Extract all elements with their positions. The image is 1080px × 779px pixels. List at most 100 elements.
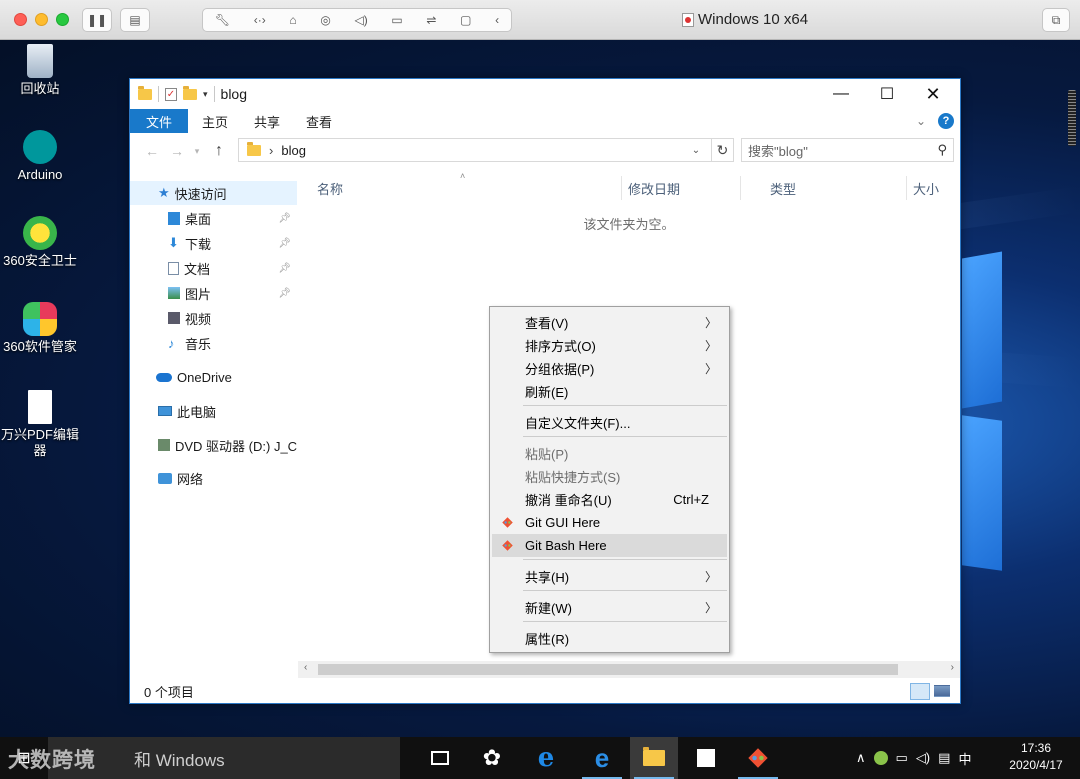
camera-icon[interactable]: ◎ — [320, 13, 330, 27]
forward-icon[interactable]: → — [166, 143, 188, 159]
ie-icon[interactable]: e — [522, 737, 570, 779]
nav-item-music[interactable]: ♪ 音乐 — [130, 331, 297, 355]
column-header-name[interactable]: 名称 — [317, 176, 343, 200]
menu-item-properties[interactable]: 属性(R) — [492, 627, 727, 650]
nav-item-documents[interactable]: 文档 📌︎ — [130, 256, 297, 280]
expand-ribbon-icon[interactable]: ⌄ — [916, 114, 926, 128]
chevron-left-icon[interactable]: ‹ — [495, 13, 499, 27]
store-icon[interactable] — [682, 737, 730, 779]
file-explorer-taskbar-icon[interactable] — [630, 737, 678, 779]
usb-icon[interactable]: ⇌ — [426, 13, 436, 27]
menu-item-sort[interactable]: 排序方式(O) 〉 — [492, 334, 727, 357]
drive-icon[interactable]: ⌂ — [289, 13, 296, 27]
menu-item-undo[interactable]: 撤消 重命名(U) Ctrl+Z — [492, 488, 727, 511]
up-icon[interactable]: ↑ — [206, 142, 232, 160]
pin-icon[interactable]: 📌︎ — [278, 213, 291, 224]
volume-icon[interactable]: ◁) — [916, 750, 930, 766]
network-tray-icon[interactable]: ▭ — [896, 750, 908, 766]
maximize-icon[interactable]: ☐ — [864, 79, 910, 109]
menu-item-paste[interactable]: 粘贴(P) — [492, 442, 727, 465]
edge-icon[interactable]: e — [578, 737, 626, 779]
desktop-icon-arduino[interactable]: Arduino — [0, 130, 80, 183]
git-gui-taskbar-icon[interactable] — [734, 737, 782, 779]
pin-icon[interactable]: 📌︎ — [278, 288, 291, 299]
desktop-icon-recycle-bin[interactable]: 回收站 — [0, 44, 80, 97]
tab-home[interactable]: 主页 — [188, 109, 240, 133]
large-icons-view-icon[interactable] — [934, 685, 950, 697]
properties-icon[interactable]: ✓ — [165, 87, 177, 101]
nav-item-videos[interactable]: 视频 — [130, 306, 297, 330]
new-folder-icon[interactable] — [183, 85, 197, 100]
chevron-up-icon[interactable]: ∧ — [856, 750, 866, 766]
clock-time: 17:36 — [1020, 741, 1052, 755]
scrollbar-thumb[interactable] — [318, 664, 898, 675]
menu-item-git-bash[interactable]: Git Bash Here — [492, 534, 727, 557]
nav-item-desktop[interactable]: 桌面 📌︎ — [130, 206, 297, 230]
column-header-size[interactable]: 大小 — [913, 176, 939, 200]
shared-folder-icon[interactable]: ▢ — [460, 13, 471, 27]
nav-item-quick-access[interactable]: ★ 快速访问 — [130, 181, 297, 205]
wrench-icon[interactable]: 🔧︎ — [215, 13, 230, 27]
nav-item-network[interactable]: 网络 — [130, 466, 297, 490]
column-header-date[interactable]: 修改日期 — [628, 176, 680, 200]
menu-item-view[interactable]: 查看(V) 〉 — [492, 311, 727, 334]
zoom-window-button[interactable] — [56, 13, 69, 26]
360-tray-icon[interactable] — [873, 751, 888, 765]
menu-separator — [523, 590, 727, 591]
ime-indicator[interactable]: 中 — [958, 749, 971, 768]
scroll-left-icon[interactable]: ‹ — [304, 662, 307, 673]
speaker-icon[interactable]: ◁) — [354, 13, 367, 27]
snapshot-icon[interactable]: ▤ — [120, 8, 150, 32]
nav-item-dvd-drive[interactable]: DVD 驱动器 (D:) J_CC — [130, 433, 297, 457]
back-icon[interactable]: ← — [138, 143, 166, 159]
horizontal-scrollbar[interactable]: ‹ › — [298, 661, 960, 678]
clock[interactable]: 17:36 2020/4/17 — [1000, 740, 1072, 774]
menu-item-new[interactable]: 新建(W) 〉 — [492, 596, 727, 619]
customize-toolbar-icon[interactable]: ▾ — [203, 89, 208, 100]
video-icon[interactable]: ▭ — [391, 13, 402, 27]
menu-item-refresh[interactable]: 刷新(E) — [492, 380, 727, 403]
pin-icon[interactable]: 📌︎ — [278, 263, 291, 274]
address-bar[interactable]: › blog ⌄ — [238, 138, 712, 162]
menu-item-git-gui[interactable]: Git GUI Here — [492, 511, 727, 534]
menu-item-share[interactable]: 共享(H) 〉 — [492, 565, 727, 588]
task-view-icon[interactable] — [416, 737, 464, 779]
menu-item-group[interactable]: 分组依据(P) 〉 — [492, 357, 727, 380]
breadcrumb[interactable]: blog — [281, 143, 306, 158]
help-icon[interactable]: ? — [938, 113, 954, 129]
chevron-right-icon: 〉 — [704, 601, 717, 615]
minimize-window-button[interactable] — [35, 13, 48, 26]
nav-item-downloads[interactable]: ⬇ 下载 📌︎ — [130, 231, 297, 255]
column-header-type[interactable]: 类型 — [770, 176, 796, 200]
scroll-right-icon[interactable]: › — [951, 662, 954, 673]
recent-locations-icon[interactable]: ▾ — [188, 146, 206, 157]
tab-file[interactable]: 文件 — [130, 109, 188, 133]
chevron-down-icon[interactable]: ⌄ — [681, 139, 711, 161]
menu-item-customize[interactable]: 自定义文件夹(F)... — [492, 411, 727, 434]
minimize-icon[interactable]: — — [818, 79, 864, 109]
item-count: 0 个项目 — [144, 684, 194, 700]
search-input[interactable]: 搜索"blog" ⚲ — [741, 138, 954, 162]
tab-share[interactable]: 共享 — [240, 109, 292, 133]
pause-icon[interactable]: ❚❚ — [82, 8, 112, 32]
desktop-icon-360-security[interactable]: 360安全卫士 — [0, 216, 80, 269]
nav-item-onedrive[interactable]: OneDrive — [130, 365, 297, 389]
refresh-icon[interactable]: ↻ — [712, 138, 734, 162]
close-icon[interactable]: ✕ — [910, 79, 956, 109]
tab-view[interactable]: 查看 — [292, 109, 344, 133]
taskbar-search[interactable]: 和 Windows — [48, 737, 400, 779]
app-icon[interactable]: ✿ — [468, 737, 516, 779]
menu-item-paste-shortcut[interactable]: 粘贴快捷方式(S) — [492, 465, 727, 488]
nav-item-pictures[interactable]: 图片 📌︎ — [130, 281, 297, 305]
details-view-icon[interactable] — [910, 683, 930, 700]
360-security-icon — [23, 216, 57, 250]
pin-icon[interactable]: 📌︎ — [278, 238, 291, 249]
fullscreen-icon[interactable]: ⧉ — [1042, 8, 1070, 32]
close-window-button[interactable] — [14, 13, 27, 26]
git-icon — [502, 517, 513, 528]
notification-icon[interactable]: ▤ — [938, 750, 950, 766]
desktop-icon-pdf-editor[interactable]: 万兴PDF编辑器 — [0, 390, 80, 459]
desktop-icon-360-software[interactable]: 360软件管家 — [0, 302, 80, 355]
code-icon[interactable]: ‹·› — [254, 13, 266, 27]
nav-item-this-pc[interactable]: 此电脑 — [130, 399, 297, 423]
